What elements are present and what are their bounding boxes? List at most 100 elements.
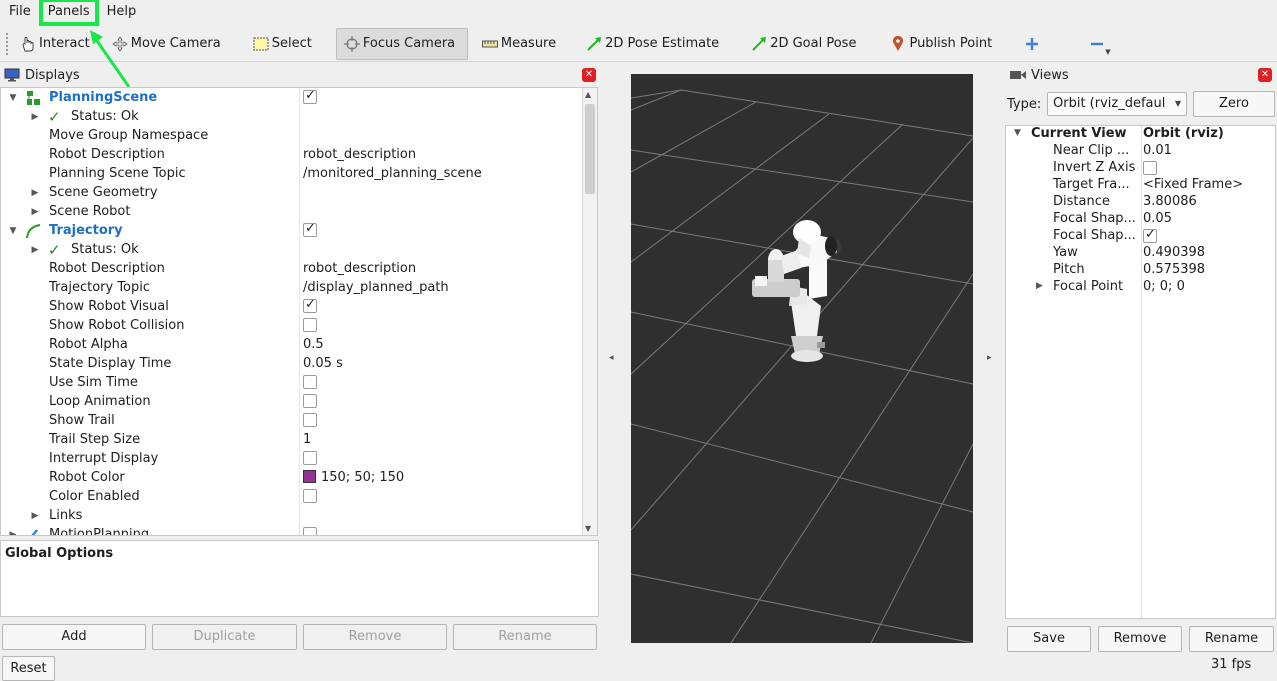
close-icon[interactable]: ✕ <box>1258 68 1272 82</box>
display-row-value[interactable]: robot_description <box>303 147 416 162</box>
expand-closed-icon[interactable]: ▶ <box>7 530 19 536</box>
display-row[interactable]: Robot Alpha 0.5 <box>1 335 583 354</box>
collapse-left-icon[interactable]: ◂ <box>609 353 614 363</box>
display-row-value[interactable]: robot_description <box>303 261 416 276</box>
display-row[interactable]: Color Enabled <box>1 487 583 506</box>
expand-closed-icon[interactable]: ▶ <box>29 511 41 521</box>
views-rename-button[interactable]: Rename <box>1189 626 1274 652</box>
display-row-value[interactable]: 0.05 s <box>303 356 343 371</box>
add-button[interactable]: Add <box>2 624 146 650</box>
current-view-row[interactable]: ▼ Current View Orbit (rviz) <box>1006 126 1275 143</box>
display-row[interactable]: Trajectory Topic/display_planned_path <box>1 278 583 297</box>
menu-panels[interactable]: Panels <box>38 0 99 26</box>
views-remove-button[interactable]: Remove <box>1098 626 1182 652</box>
move-camera-tool[interactable]: Move Camera <box>104 28 229 60</box>
view-property-checkbox[interactable] <box>1143 161 1157 175</box>
views-save-button[interactable]: Save <box>1007 626 1091 652</box>
expand-closed-icon[interactable]: ▶ <box>1036 281 1043 291</box>
expand-closed-icon[interactable]: ▶ <box>29 207 41 217</box>
view-property-row[interactable]: Distance 3.80086 <box>1006 194 1275 211</box>
display-row[interactable]: Show Robot Collision <box>1 316 583 335</box>
view-property-row[interactable]: Near Clip ... 0.01 <box>1006 143 1275 160</box>
goal-pose-tool[interactable]: 2D Goal Pose <box>743 28 864 60</box>
display-enabled-checkbox[interactable] <box>303 527 317 535</box>
view-property-row[interactable]: Target Fra... <Fixed Frame> <box>1006 177 1275 194</box>
menu-help[interactable]: Help <box>102 1 142 23</box>
display-enabled-checkbox[interactable] <box>303 451 317 465</box>
pose-estimate-tool[interactable]: 2D Pose Estimate <box>578 28 727 60</box>
views-tree[interactable]: ▼ Current View Orbit (rviz) Near Clip ..… <box>1005 125 1276 619</box>
display-row[interactable]: Robot Color 150; 50; 150 <box>1 468 583 487</box>
view-property-row[interactable]: Focal Shap... 0.05 <box>1006 211 1275 228</box>
view-property-value[interactable]: 3.80086 <box>1143 194 1197 209</box>
expand-open-icon[interactable]: ▼ <box>7 226 19 236</box>
zero-button[interactable]: Zero <box>1193 91 1275 117</box>
view-property-value[interactable]: 0.01 <box>1143 143 1172 158</box>
display-row[interactable]: ▶ MotionPlanning <box>1 525 583 536</box>
view-property-checkbox[interactable] <box>1143 227 1157 243</box>
display-row[interactable]: Move Group Namespace <box>1 126 583 145</box>
select-tool[interactable]: Select <box>245 28 320 60</box>
display-row[interactable]: ▼ PlanningScene <box>1 88 583 107</box>
display-row[interactable]: Interrupt Display <box>1 449 583 468</box>
display-row-value[interactable]: 0.5 <box>303 337 324 352</box>
display-enabled-checkbox[interactable] <box>303 413 317 427</box>
publish-point-tool[interactable]: Publish Point <box>882 28 1000 60</box>
display-row-value[interactable]: /monitored_planning_scene <box>303 166 482 181</box>
displays-scrollbar[interactable]: ▲ ▼ <box>582 88 597 535</box>
menu-file[interactable]: File <box>4 1 36 23</box>
display-enabled-checkbox[interactable] <box>303 297 317 313</box>
display-enabled-checkbox[interactable] <box>303 375 317 389</box>
display-row-value[interactable]: 1 <box>303 432 311 447</box>
duplicate-button[interactable]: Duplicate <box>152 624 297 650</box>
view-type-select[interactable]: Orbit (rviz_defaul ▼ <box>1047 92 1187 116</box>
display-row[interactable]: ▼ Trajectory <box>1 221 583 240</box>
view-property-value[interactable]: 0.490398 <box>1143 245 1205 260</box>
expand-open-icon[interactable]: ▼ <box>1014 128 1021 138</box>
display-row[interactable]: ▶ Links <box>1 506 583 525</box>
focus-camera-tool[interactable]: Focus Camera <box>335 27 468 60</box>
view-property-row[interactable]: Invert Z Axis <box>1006 160 1275 177</box>
display-row[interactable]: ▶ ✓ Status: Ok <box>1 107 583 126</box>
view-property-row[interactable]: Pitch 0.575398 <box>1006 262 1275 279</box>
display-enabled-checkbox[interactable] <box>303 318 317 332</box>
view-property-value[interactable]: 0.05 <box>1143 211 1172 226</box>
view-property-row[interactable]: ▶ Focal Point 0; 0; 0 <box>1006 279 1275 296</box>
view-property-value[interactable]: 0; 0; 0 <box>1143 279 1185 294</box>
scroll-down-icon[interactable]: ▼ <box>585 524 591 533</box>
close-icon[interactable]: ✕ <box>582 68 596 82</box>
interact-tool[interactable]: Interact <box>12 28 98 60</box>
display-row-value[interactable]: /display_planned_path <box>303 280 449 295</box>
display-row[interactable]: Show Trail <box>1 411 583 430</box>
display-enabled-checkbox[interactable] <box>303 221 317 237</box>
display-row[interactable]: ▶ Scene Robot <box>1 202 583 221</box>
rename-button[interactable]: Rename <box>453 624 597 650</box>
color-swatch[interactable] <box>303 470 316 483</box>
reset-button[interactable]: Reset <box>2 656 55 681</box>
add-tool-button[interactable] <box>1016 28 1051 60</box>
view-property-value[interactable]: 0.575398 <box>1143 262 1205 277</box>
view-property-value[interactable]: <Fixed Frame> <box>1143 177 1243 192</box>
remove-tool-button[interactable]: ▼ <box>1081 28 1118 60</box>
display-row[interactable]: Loop Animation <box>1 392 583 411</box>
display-row[interactable]: Robot Description robot_description <box>1 145 583 164</box>
expand-open-icon[interactable]: ▼ <box>7 93 19 103</box>
display-row-value[interactable]: 150; 50; 150 <box>303 470 404 485</box>
expand-closed-icon[interactable]: ▶ <box>29 188 41 198</box>
scroll-up-icon[interactable]: ▲ <box>585 90 591 99</box>
display-row[interactable]: Planning Scene Topic/monitored_planning_… <box>1 164 583 183</box>
displays-tree[interactable]: ▲ ▼ ▼ PlanningScene ▶ ✓ Status: Ok Move Group… <box>0 87 598 536</box>
remove-button[interactable]: Remove <box>303 624 447 650</box>
display-enabled-checkbox[interactable] <box>303 394 317 408</box>
expand-closed-icon[interactable]: ▶ <box>29 245 41 255</box>
expand-closed-icon[interactable]: ▶ <box>29 112 41 122</box>
measure-tool[interactable]: Measure <box>474 28 564 60</box>
collapse-right-icon[interactable]: ▸ <box>987 353 992 363</box>
display-row[interactable]: Use Sim Time <box>1 373 583 392</box>
scroll-thumb[interactable] <box>585 104 595 194</box>
view-property-row[interactable]: Yaw 0.490398 <box>1006 245 1275 262</box>
view-property-row[interactable]: Focal Shap... <box>1006 227 1275 245</box>
display-enabled-checkbox[interactable] <box>303 489 317 503</box>
display-enabled-checkbox[interactable] <box>303 88 317 104</box>
display-row[interactable]: Show Robot Visual <box>1 297 583 316</box>
